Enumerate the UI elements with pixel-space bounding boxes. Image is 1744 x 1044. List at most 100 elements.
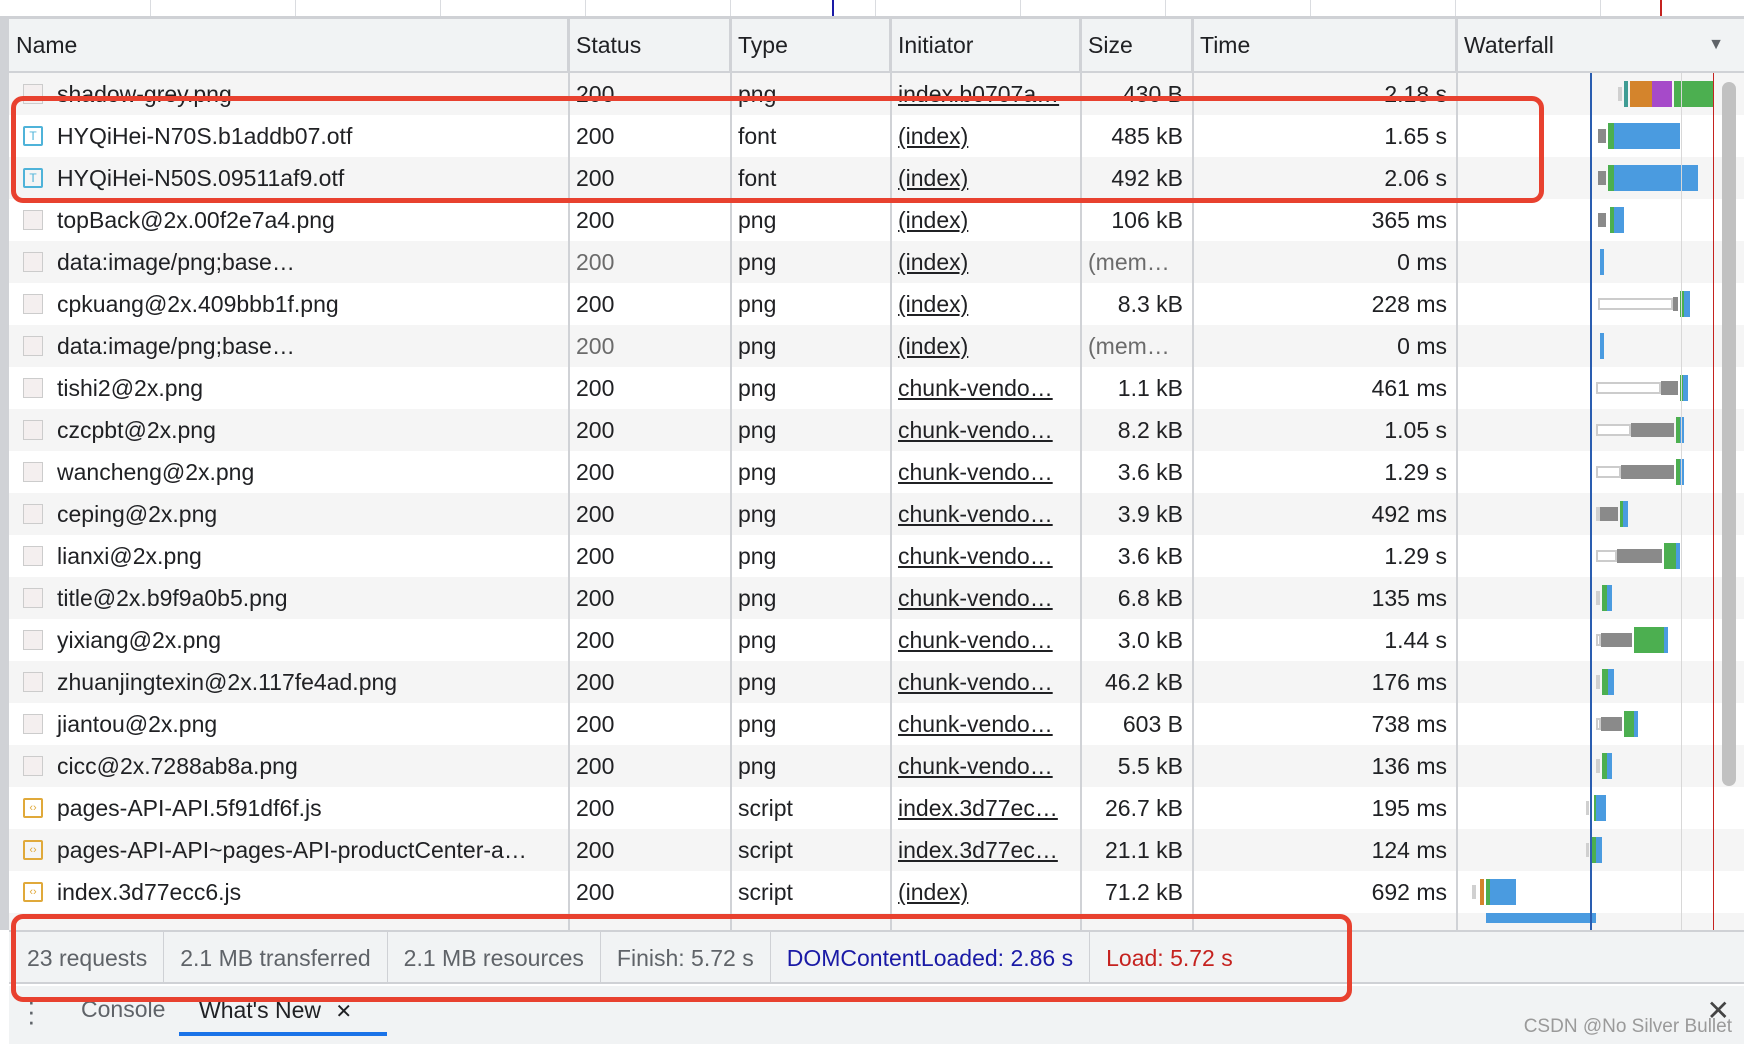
- name-cell[interactable]: cicc@2x.7288ab8a.png: [9, 745, 569, 787]
- initiator-value[interactable]: chunk-vendo…: [898, 753, 1053, 779]
- initiator-cell[interactable]: index.b0707a…: [891, 73, 1081, 115]
- name-cell[interactable]: data:image/png;base…: [9, 325, 569, 367]
- initiator-cell[interactable]: chunk-vendo…: [891, 745, 1081, 787]
- name-cell[interactable]: topBack@2x.00f2e7a4.png: [9, 199, 569, 241]
- name-cell[interactable]: ‹› index.3d77ecc6.js: [9, 871, 569, 913]
- table-row[interactable]: cicc@2x.7288ab8a.png 200 png chunk-vendo… 5.…: [9, 745, 1744, 787]
- initiator-value[interactable]: chunk-vendo…: [898, 711, 1053, 737]
- column-divider[interactable]: [568, 19, 570, 930]
- name-cell[interactable]: data:image/png;base…: [9, 241, 569, 283]
- column-header-waterfall[interactable]: Waterfall ▼: [1457, 19, 1744, 71]
- name-cell[interactable]: T HYQiHei-N70S.b1addb07.otf: [9, 115, 569, 157]
- initiator-value[interactable]: (index): [898, 207, 968, 233]
- initiator-cell[interactable]: chunk-vendo…: [891, 535, 1081, 577]
- column-header-name[interactable]: Name: [9, 19, 569, 71]
- initiator-cell[interactable]: chunk-vendo…: [891, 451, 1081, 493]
- close-tab-icon[interactable]: ✕: [335, 1001, 352, 1023]
- table-row[interactable]: wancheng@2x.png 200 png chunk-vendo… 3.6 kB 1…: [9, 451, 1744, 493]
- initiator-value[interactable]: chunk-vendo…: [898, 585, 1053, 611]
- initiator-cell[interactable]: chunk-vendo…: [891, 577, 1081, 619]
- name-cell[interactable]: title@2x.b9f9a0b5.png: [9, 577, 569, 619]
- table-row[interactable]: ceping@2x.png 200 png chunk-vendo… 3.9 kB 492…: [9, 493, 1744, 535]
- initiator-value[interactable]: (index): [898, 123, 968, 149]
- initiator-value[interactable]: chunk-vendo…: [898, 375, 1053, 401]
- initiator-cell[interactable]: (index): [891, 157, 1081, 199]
- column-divider[interactable]: [1192, 19, 1194, 930]
- initiator-value[interactable]: chunk-vendo…: [898, 543, 1053, 569]
- name-cell[interactable]: tishi2@2x.png: [9, 367, 569, 409]
- vertical-scrollbar[interactable]: [1722, 82, 1736, 786]
- initiator-value[interactable]: (index): [898, 249, 968, 275]
- column-header-initiator[interactable]: Initiator: [891, 19, 1081, 71]
- triangle-down-icon[interactable]: ▼: [1708, 19, 1724, 71]
- table-row[interactable]: T HYQiHei-N70S.b1addb07.otf 200 font (index)…: [9, 115, 1744, 157]
- initiator-value[interactable]: index.3d77ec…: [898, 837, 1058, 863]
- initiator-value[interactable]: index.b0707a…: [898, 81, 1059, 107]
- column-divider[interactable]: [890, 19, 892, 930]
- initiator-value[interactable]: index.3d77ec…: [898, 795, 1058, 821]
- table-row[interactable]: yixiang@2x.png 200 png chunk-vendo… 3.0 kB 1.…: [9, 619, 1744, 661]
- initiator-cell[interactable]: index.3d77ec…: [891, 787, 1081, 829]
- initiator-cell[interactable]: chunk-vendo…: [891, 619, 1081, 661]
- name-cell[interactable]: ‹› pages-API-API~pages-API-productCenter-…: [9, 829, 569, 871]
- table-row[interactable]: T HYQiHei-N50S.09511af9.otf 200 font (index)…: [9, 157, 1744, 199]
- table-row[interactable]: cpkuang@2x.409bbb1f.png 200 png (index) 8.3 …: [9, 283, 1744, 325]
- tab-whats-new[interactable]: What's New ✕: [179, 986, 387, 1036]
- initiator-cell[interactable]: chunk-vendo…: [891, 493, 1081, 535]
- table-row[interactable]: ‹› pages-API-API~pages-API-productCenter-…: [9, 829, 1744, 871]
- initiator-value[interactable]: (index): [898, 291, 968, 317]
- name-cell[interactable]: jiantou@2x.png: [9, 703, 569, 745]
- initiator-value[interactable]: chunk-vendo…: [898, 501, 1053, 527]
- table-row[interactable]: zhuanjingtexin@2x.117fe4ad.png 200 png chun…: [9, 661, 1744, 703]
- name-cell[interactable]: yixiang@2x.png: [9, 619, 569, 661]
- initiator-cell[interactable]: (index): [891, 115, 1081, 157]
- column-divider[interactable]: [1456, 19, 1458, 930]
- name-cell[interactable]: zhuanjingtexin@2x.117fe4ad.png: [9, 661, 569, 703]
- table-row[interactable]: jiantou@2x.png 200 png chunk-vendo… 603 B 738…: [9, 703, 1744, 745]
- initiator-cell[interactable]: (index): [891, 199, 1081, 241]
- table-row[interactable]: czcpbt@2x.png 200 png chunk-vendo… 8.2 kB 1.0…: [9, 409, 1744, 451]
- initiator-cell[interactable]: (index): [891, 325, 1081, 367]
- name-cell[interactable]: wancheng@2x.png: [9, 451, 569, 493]
- name-cell[interactable]: czcpbt@2x.png: [9, 409, 569, 451]
- initiator-value[interactable]: (index): [898, 879, 968, 905]
- initiator-cell[interactable]: (index): [891, 283, 1081, 325]
- column-header-status[interactable]: Status: [569, 19, 731, 71]
- table-row[interactable]: topBack@2x.00f2e7a4.png 200 png (index) 106 …: [9, 199, 1744, 241]
- table-row[interactable]: ‹› pages-API-API.5f91df6f.js 200 script inde…: [9, 787, 1744, 829]
- initiator-value[interactable]: (index): [898, 165, 968, 191]
- initiator-value[interactable]: chunk-vendo…: [898, 627, 1053, 653]
- network-overview[interactable]: [0, 0, 1744, 19]
- initiator-cell[interactable]: (index): [891, 241, 1081, 283]
- table-row[interactable]: ‹› index.3d77ecc6.js 200 script (index) 71.2 …: [9, 871, 1744, 913]
- table-row[interactable]: data:image/png;base… 200 png (index) (mem… 0 …: [9, 241, 1744, 283]
- table-row[interactable]: tishi2@2x.png 200 png chunk-vendo… 1.1 kB 461…: [9, 367, 1744, 409]
- name-cell[interactable]: ceping@2x.png: [9, 493, 569, 535]
- name-cell[interactable]: shadow-grey.png: [9, 73, 569, 115]
- tab-console[interactable]: Console: [81, 996, 165, 1023]
- name-cell[interactable]: cpkuang@2x.409bbb1f.png: [9, 283, 569, 325]
- initiator-value[interactable]: (index): [898, 333, 968, 359]
- initiator-cell[interactable]: index.3d77ec…: [891, 829, 1081, 871]
- initiator-value[interactable]: chunk-vendo…: [898, 417, 1053, 443]
- name-cell[interactable]: ‹› pages-API-API.5f91df6f.js: [9, 787, 569, 829]
- initiator-value[interactable]: chunk-vendo…: [898, 669, 1053, 695]
- column-header-size[interactable]: Size: [1081, 19, 1193, 71]
- table-row[interactable]: lianxi@2x.png 200 png chunk-vendo… 3.6 kB 1.2…: [9, 535, 1744, 577]
- initiator-cell[interactable]: chunk-vendo…: [891, 703, 1081, 745]
- initiator-cell[interactable]: (index): [891, 871, 1081, 913]
- column-divider[interactable]: [1080, 19, 1082, 930]
- table-row[interactable]: title@2x.b9f9a0b5.png 200 png chunk-vendo… 6…: [9, 577, 1744, 619]
- table-row[interactable]: shadow-grey.png 200 png index.b0707a… 430 B 2…: [9, 73, 1744, 115]
- initiator-cell[interactable]: chunk-vendo…: [891, 409, 1081, 451]
- initiator-cell[interactable]: chunk-vendo…: [891, 661, 1081, 703]
- column-header-time[interactable]: Time: [1193, 19, 1457, 71]
- table-row[interactable]: data:image/png;base… 200 png (index) (mem… 0 …: [9, 325, 1744, 367]
- initiator-value[interactable]: chunk-vendo…: [898, 459, 1053, 485]
- drawer-menu-icon[interactable]: · · ·: [27, 988, 36, 1034]
- name-cell[interactable]: T HYQiHei-N50S.09511af9.otf: [9, 157, 569, 199]
- column-header-type[interactable]: Type: [731, 19, 891, 71]
- table-row[interactable]: [9, 913, 1744, 930]
- name-cell[interactable]: lianxi@2x.png: [9, 535, 569, 577]
- column-divider[interactable]: [730, 19, 732, 930]
